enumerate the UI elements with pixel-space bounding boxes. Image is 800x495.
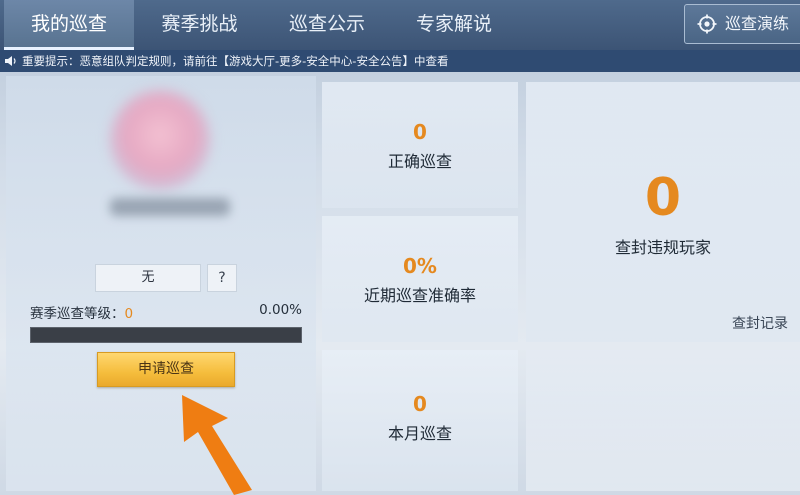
banned-players-card: 0 查封违规玩家 (526, 82, 800, 342)
level-percent: 0.00% (259, 302, 302, 318)
level-progress-bar (30, 327, 302, 343)
monthly-patrol-label: 本月巡查 (387, 424, 452, 443)
banned-players-label: 查封违规玩家 (614, 238, 711, 257)
accuracy-label: 近期巡查准确率 (363, 286, 476, 305)
season-level-text: 赛季巡查等级： (30, 306, 125, 322)
ban-records-link[interactable]: 查封记录 (732, 313, 788, 333)
notice-banner: 重要提示：恶意组队判定规则，请前往【游戏大厅-更多-安全中心-安全公告】中查看 (0, 50, 800, 72)
pointer-arrow-icon (182, 395, 252, 495)
patrol-drill-label: 巡查演练 (725, 14, 790, 33)
season-level-label: 赛季巡查等级：0 (30, 302, 133, 322)
notice-text: 重要提示：恶意组队判定规则，请前往【游戏大厅-更多-安全中心-安全公告】中查看 (22, 54, 449, 68)
apply-patrol-button[interactable]: 申请巡查 (97, 352, 235, 387)
correct-patrol-value: 0 (413, 120, 427, 144)
tab-season-challenge[interactable]: 赛季挑战 (142, 0, 257, 50)
player-name-blurred (110, 198, 230, 216)
season-level-value: 0 (124, 306, 134, 322)
tab-patrol-public[interactable]: 巡查公示 (268, 0, 386, 50)
patrol-drill-button[interactable]: 巡查演练 (684, 4, 800, 44)
tab-my-patrol[interactable]: 我的巡查 (4, 0, 134, 50)
banned-players-value: 0 (644, 168, 682, 228)
top-nav-bar: 我的巡查 赛季挑战 巡查公示 专家解说 巡查演练 (0, 0, 800, 50)
help-button[interactable]: ? (207, 264, 237, 292)
monthly-patrol-value: 0 (413, 392, 427, 416)
crosshair-icon (697, 14, 717, 34)
speaker-icon (5, 56, 16, 66)
accuracy-card: 0% 近期巡查准确率 (322, 216, 518, 342)
empty-card (526, 350, 800, 491)
monthly-patrol-card: 0 本月巡查 (322, 350, 518, 491)
avatar (110, 90, 210, 190)
accuracy-value: 0% (403, 254, 437, 278)
correct-patrol-card: 0 正确巡查 (322, 82, 518, 208)
rank-badge: 无 (95, 264, 201, 292)
tab-expert-commentary[interactable]: 专家解说 (395, 0, 513, 50)
correct-patrol-label: 正确巡查 (387, 152, 452, 171)
